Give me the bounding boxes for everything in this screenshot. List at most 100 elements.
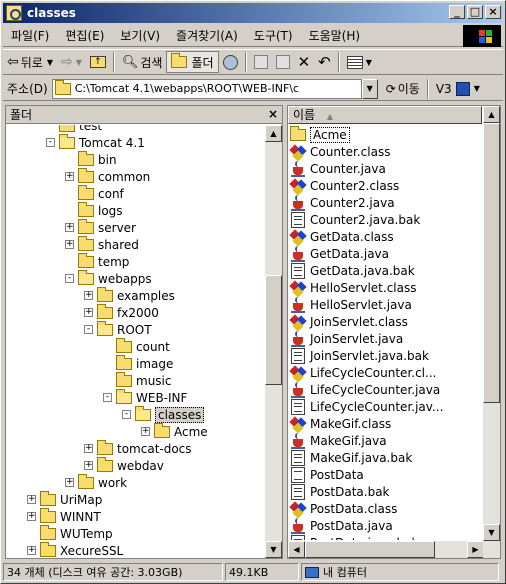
expand-button[interactable]: + (141, 427, 150, 436)
tree-item[interactable]: - ROOT (84, 320, 152, 338)
file-list-item[interactable]: Counter.class (289, 143, 390, 162)
expand-button[interactable]: + (65, 478, 74, 487)
expand-button[interactable]: + (84, 308, 93, 317)
expand-button[interactable]: + (27, 546, 36, 555)
folder-tree-scrollbar[interactable]: ▲ ▼ (265, 125, 282, 558)
expand-button[interactable]: + (84, 291, 93, 300)
tree-item[interactable]: + webdav (84, 456, 164, 474)
folders-button[interactable]: 폴더 (166, 51, 219, 73)
collapse-button[interactable]: - (122, 410, 131, 419)
file-list-item[interactable]: HelloServlet.java (290, 296, 412, 313)
file-list-item[interactable]: MakeGif.class (289, 415, 391, 434)
scroll-down-button[interactable]: ▼ (483, 524, 500, 541)
search-button[interactable]: 🔍︎ 검색 (118, 51, 167, 73)
tree-item[interactable]: bin (65, 150, 117, 168)
history-button[interactable] (219, 51, 242, 73)
tree-item[interactable]: + common (65, 167, 150, 185)
file-list-item[interactable]: PostData (290, 466, 364, 483)
scroll-down-button[interactable]: ▼ (265, 541, 282, 558)
file-list-item[interactable]: JoinServlet.java (290, 330, 403, 347)
tree-item[interactable]: - Tomcat 4.1 (46, 133, 145, 151)
expand-button[interactable]: + (84, 461, 93, 470)
go-button[interactable]: ⟳ 이동 (382, 78, 424, 100)
menu-favorites[interactable]: 즐겨찾기(A) (168, 27, 246, 44)
tree-item[interactable]: + Acme (141, 422, 208, 440)
file-list-item[interactable]: Counter2.class (289, 177, 399, 196)
close-button[interactable]: × (485, 5, 501, 19)
collapse-button[interactable]: - (103, 393, 112, 402)
menu-view[interactable]: 보기(V) (112, 27, 168, 44)
tree-item[interactable]: - webapps (65, 269, 152, 287)
close-pane-button[interactable]: × (268, 107, 278, 121)
back-button[interactable]: ⇦ 뒤로 ▼ (3, 51, 57, 73)
address-input[interactable]: C:\Tomcat 4.1\webapps\ROOT\WEB-INF\c (51, 78, 362, 99)
v3-button[interactable]: V3 ▼ (432, 78, 484, 100)
maximize-button[interactable]: □ (467, 5, 483, 19)
file-list-item[interactable]: PostData.bak (290, 483, 390, 500)
title-bar[interactable]: classes _ □ × (3, 3, 503, 23)
copy-to-button[interactable] (272, 51, 294, 73)
forward-button[interactable]: ⇨ ▼ (57, 51, 86, 73)
tree-item[interactable]: test (46, 125, 102, 134)
collapse-button[interactable]: - (46, 138, 55, 147)
address-dropdown-button[interactable]: ▼ (361, 78, 378, 99)
tree-item[interactable]: music (103, 371, 171, 389)
expand-button[interactable]: + (27, 512, 36, 521)
file-list-item[interactable]: Counter.java (290, 160, 386, 177)
file-list-item[interactable]: JoinServlet.class (289, 313, 408, 332)
scroll-thumb[interactable] (483, 123, 500, 403)
views-button[interactable]: ▼ (343, 51, 376, 73)
scroll-up-button[interactable]: ▲ (483, 106, 500, 123)
file-list-item[interactable]: Counter2.java.bak (290, 211, 420, 228)
up-folder-button[interactable]: ↑ (86, 51, 110, 73)
tree-item[interactable]: temp (65, 252, 129, 270)
tree-item[interactable]: + server (65, 218, 136, 236)
expand-button[interactable]: + (65, 223, 74, 232)
file-list-item[interactable]: Acme (290, 126, 350, 143)
file-list-item[interactable]: JoinServlet.java.bak (290, 347, 429, 364)
menu-edit[interactable]: 편집(E) (57, 27, 112, 44)
expand-button[interactable]: + (65, 172, 74, 181)
tree-item[interactable]: + fx2000 (84, 303, 159, 321)
collapse-button[interactable]: - (65, 274, 74, 283)
scroll-thumb[interactable] (265, 275, 282, 385)
scroll-left-button[interactable]: ◀ (288, 541, 305, 558)
expand-button[interactable]: + (65, 240, 74, 249)
file-list-item[interactable]: GetData.java.bak (290, 262, 415, 279)
tree-item[interactable]: - WEB-INF (103, 388, 187, 406)
expand-button[interactable]: + (27, 495, 36, 504)
tree-item[interactable]: conf (65, 184, 124, 202)
expand-button[interactable]: + (84, 444, 93, 453)
scroll-right-button[interactable]: ▶ (467, 541, 484, 558)
tree-item[interactable]: - classes (122, 405, 205, 423)
tree-item[interactable]: + WINNT (27, 507, 101, 525)
file-list-item[interactable]: MakeGif.java (290, 432, 387, 449)
tree-item[interactable]: + XecureSSL (27, 541, 123, 558)
tree-item[interactable]: + shared (65, 235, 139, 253)
scroll-up-button[interactable]: ▲ (265, 125, 282, 142)
file-list-item[interactable]: GetData.class (289, 228, 394, 247)
file-list-item[interactable]: Counter2.java (290, 194, 395, 211)
tree-item[interactable]: + UriMap (27, 490, 102, 508)
file-list-item[interactable]: PostData.java.bak (290, 534, 418, 540)
file-list-item[interactable]: LifeCycleCounter.cl... (289, 364, 436, 383)
tree-item[interactable]: image (103, 354, 173, 372)
collapse-button[interactable]: - (84, 325, 93, 334)
file-list-item[interactable]: HelloServlet.class (289, 279, 416, 298)
file-list-item[interactable]: PostData.class (289, 500, 397, 519)
tree-item[interactable]: logs (65, 201, 123, 219)
menu-help[interactable]: 도움말(H) (301, 27, 369, 44)
undo-button[interactable]: ↶ (314, 51, 335, 73)
menu-file[interactable]: 파일(F) (3, 27, 57, 44)
delete-button[interactable]: ✕ (294, 51, 315, 73)
file-list-vscrollbar[interactable]: ▲ ▼ (483, 106, 500, 558)
column-header-name[interactable]: 이름 ▲ (288, 106, 482, 124)
file-list-item[interactable]: GetData.java (290, 245, 389, 262)
tree-item[interactable]: + work (65, 473, 127, 491)
file-list-item[interactable]: MakeGif.java.bak (290, 449, 412, 466)
tree-item[interactable]: + examples (84, 286, 175, 304)
tree-item[interactable]: count (103, 337, 170, 355)
tree-item[interactable]: WUTemp (27, 524, 113, 542)
file-list-item[interactable]: PostData.java (290, 517, 393, 534)
menu-tools[interactable]: 도구(T) (246, 27, 301, 44)
